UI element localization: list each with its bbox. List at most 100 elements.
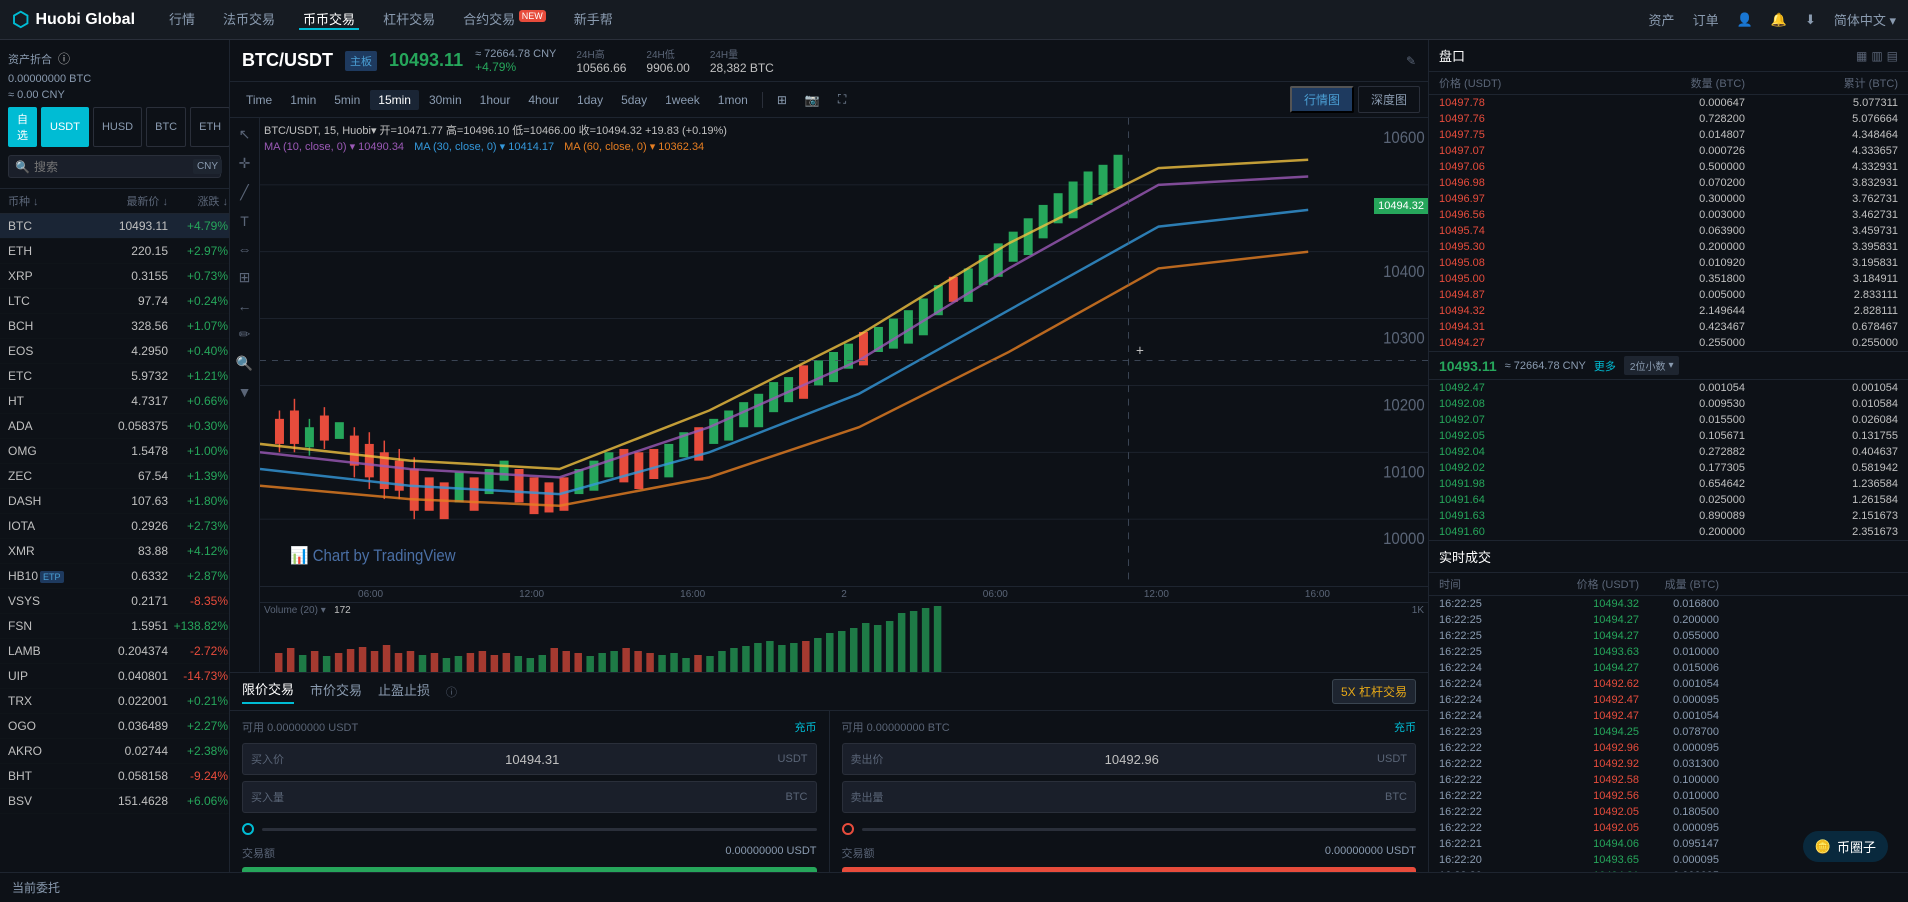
coin-row[interactable]: XRP 0.3155 +0.73% [0, 264, 229, 289]
nav-futures[interactable]: 合约交易 NEW [459, 9, 550, 30]
coin-row[interactable]: IOTA 0.2926 +2.73% [0, 514, 229, 539]
chart-screenshot[interactable]: 📷 [797, 90, 828, 110]
edit-icon[interactable]: ✎ [1406, 54, 1416, 68]
buy-price-input[interactable] [287, 752, 778, 767]
ob-bid-row[interactable]: 10492.07 0.015500 0.026084 [1429, 412, 1908, 428]
coin-row[interactable]: ETC 5.9732 +1.21% [0, 364, 229, 389]
ob-ask-row[interactable]: 10496.98 0.070200 3.832931 [1429, 175, 1908, 191]
nav-margin[interactable]: 杠杆交易 [379, 9, 439, 30]
ob-icon-3[interactable]: ▤ [1887, 49, 1898, 63]
nav-fiat[interactable]: 法币交易 [219, 9, 279, 30]
coin-row[interactable]: FSN 1.5951 +138.82% [0, 614, 229, 639]
ob-ask-row[interactable]: 10494.32 2.149644 2.828111 [1429, 303, 1908, 319]
nav-market[interactable]: 行情 [165, 9, 199, 30]
col-change[interactable]: 涨跌 ↓ [168, 193, 228, 209]
coin-row[interactable]: LAMB 0.204374 -2.72% [0, 639, 229, 664]
tf-1day[interactable]: 1day [569, 90, 611, 110]
nav-download-icon[interactable]: ⬇ [1805, 12, 1816, 28]
ob-bid-row[interactable]: 10491.64 0.025000 1.261584 [1429, 492, 1908, 508]
nav-profile-icon[interactable]: 👤 [1737, 12, 1753, 28]
ob-bid-row[interactable]: 10491.60 0.200000 2.351673 [1429, 524, 1908, 540]
ob-ask-row[interactable]: 10497.06 0.500000 4.332931 [1429, 159, 1908, 175]
chart-indicator-1[interactable]: ⊞ [769, 90, 795, 110]
tf-1week[interactable]: 1week [657, 90, 708, 110]
ob-ask-row[interactable]: 10497.75 0.014807 4.348464 [1429, 127, 1908, 143]
col-price[interactable]: 最新价 ↓ [88, 193, 168, 209]
col-coin[interactable]: 币种 ↓ [8, 193, 88, 209]
tf-15min[interactable]: 15min [370, 90, 419, 110]
chart-fullscreen[interactable]: ⛶ [830, 89, 854, 110]
coin-row[interactable]: BCH 328.56 +1.07% [0, 314, 229, 339]
coin-row[interactable]: DASH 107.63 +1.80% [0, 489, 229, 514]
tool-crosshair[interactable]: ✛ [239, 155, 251, 172]
tf-1mon[interactable]: 1mon [710, 90, 756, 110]
tab-limit[interactable]: 限价交易 [242, 679, 294, 704]
ob-bid-row[interactable]: 10491.63 0.890089 2.151673 [1429, 508, 1908, 524]
tab-zixuan[interactable]: 自选 [8, 107, 37, 147]
sell-recharge-link[interactable]: 充币 [1394, 719, 1416, 735]
sell-slider-thumb[interactable] [842, 823, 854, 835]
ob-ask-row[interactable]: 10494.87 0.005000 2.833111 [1429, 287, 1908, 303]
coin-row[interactable]: ETH 220.15 +2.97% [0, 239, 229, 264]
coin-row[interactable]: HB10ETP 0.6332 +2.87% [0, 564, 229, 589]
coin-row[interactable]: HT 4.7317 +0.66% [0, 389, 229, 414]
coin-row[interactable]: ZEC 67.54 +1.39% [0, 464, 229, 489]
nav-language[interactable]: 简体中文 ▾ [1834, 10, 1896, 29]
ob-ask-row[interactable]: 10497.07 0.000726 4.333657 [1429, 143, 1908, 159]
tf-30min[interactable]: 30min [421, 90, 470, 110]
coin-row[interactable]: OMG 1.5478 +1.00% [0, 439, 229, 464]
form-info-icon[interactable]: ⓘ [446, 684, 457, 700]
tool-indicators[interactable]: ⊞ [239, 269, 251, 286]
ob-ask-row[interactable]: 10495.00 0.351800 3.184911 [1429, 271, 1908, 287]
ob-ask-row[interactable]: 10496.97 0.300000 3.762731 [1429, 191, 1908, 207]
coin-row[interactable]: OGO 0.036489 +2.27% [0, 714, 229, 739]
coin-row[interactable]: BHT 0.058158 -9.24% [0, 764, 229, 789]
coin-row[interactable]: LTC 97.74 +0.24% [0, 289, 229, 314]
tf-5day[interactable]: 5day [613, 90, 655, 110]
sell-qty-input[interactable] [887, 790, 1386, 805]
search-input[interactable] [34, 160, 189, 174]
tf-4hour[interactable]: 4hour [520, 90, 567, 110]
coin-row[interactable]: TRX 0.022001 +0.21% [0, 689, 229, 714]
tab-market[interactable]: 市价交易 [310, 680, 362, 703]
nav-spot[interactable]: 币币交易 [299, 9, 359, 30]
sell-price-input[interactable] [887, 752, 1378, 767]
nav-help[interactable]: 新手帮 [570, 9, 617, 30]
buy-qty-input[interactable] [287, 790, 786, 805]
coin-row[interactable]: BSV 151.4628 +6.06% [0, 789, 229, 814]
tool-zoom-out[interactable]: 🔍 [236, 355, 253, 372]
nav-bell-icon[interactable]: 🔔 [1771, 12, 1787, 28]
ob-bid-row[interactable]: 10492.02 0.177305 0.581942 [1429, 460, 1908, 476]
coin-row[interactable]: EOS 4.2950 +0.40% [0, 339, 229, 364]
coin-row[interactable]: ADA 0.058375 +0.30% [0, 414, 229, 439]
tf-time[interactable]: Time [238, 90, 280, 110]
ob-bid-row[interactable]: 10492.04 0.272882 0.404637 [1429, 444, 1908, 460]
buy-slider-thumb[interactable] [242, 823, 254, 835]
leverage-button[interactable]: 5X 杠杆交易 [1332, 679, 1416, 704]
tab-husd[interactable]: HUSD [93, 107, 142, 147]
tool-arrow-down[interactable]: ▼ [238, 384, 252, 400]
ob-bid-row[interactable]: 10492.08 0.009530 0.010584 [1429, 396, 1908, 412]
nav-assets[interactable]: 资产 [1649, 10, 1675, 29]
ob-bid-row[interactable]: 10492.47 0.001054 0.001054 [1429, 380, 1908, 396]
tf-1hour[interactable]: 1hour [472, 90, 519, 110]
tab-btc[interactable]: BTC [146, 107, 186, 147]
ob-decimal-selector[interactable]: 2位小数 ▾ [1624, 356, 1680, 375]
coin-row[interactable]: BTC 10493.11 +4.79% [0, 214, 229, 239]
ob-ask-row[interactable]: 10494.27 0.255000 0.255000 [1429, 335, 1908, 351]
tf-5min[interactable]: 5min [326, 90, 368, 110]
ob-more-link[interactable]: 更多 [1594, 358, 1616, 374]
coin-row[interactable]: AKRO 0.02744 +2.38% [0, 739, 229, 764]
ob-ask-row[interactable]: 10495.08 0.010920 3.195831 [1429, 255, 1908, 271]
ob-ask-row[interactable]: 10495.74 0.063900 3.459731 [1429, 223, 1908, 239]
ob-ask-row[interactable]: 10494.31 0.423467 0.678467 [1429, 319, 1908, 335]
view-depth[interactable]: 深度图 [1358, 86, 1420, 113]
ob-ask-row[interactable]: 10495.30 0.200000 3.395831 [1429, 239, 1908, 255]
ob-bid-row[interactable]: 10492.05 0.105671 0.131755 [1429, 428, 1908, 444]
tool-cursor[interactable]: ↖ [239, 126, 251, 143]
tab-stop[interactable]: 止盈止损 [378, 680, 430, 703]
ob-ask-row[interactable]: 10497.76 0.728200 5.076664 [1429, 111, 1908, 127]
coin-row[interactable]: UIP 0.040801 -14.73% [0, 664, 229, 689]
tf-1min[interactable]: 1min [282, 90, 324, 110]
tool-text[interactable]: T [240, 213, 249, 229]
